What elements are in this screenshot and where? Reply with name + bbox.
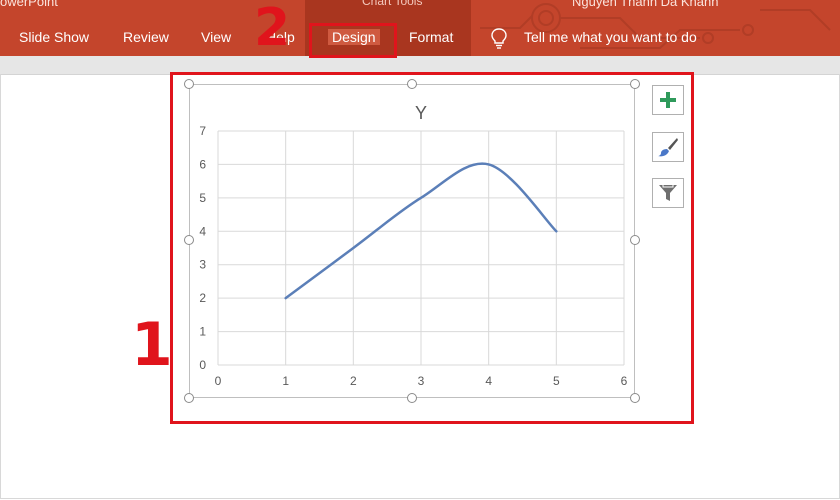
app-title: owerPoint: [0, 0, 58, 9]
resize-handle-left[interactable]: [184, 235, 194, 245]
y-tick-label: 3: [199, 258, 206, 272]
chart-elements-button[interactable]: [652, 85, 684, 115]
plus-icon: [660, 92, 676, 108]
y-tick-label: 0: [199, 358, 206, 372]
filter-icon: [659, 185, 677, 201]
ribbon: owerPoint Chart Tools Nguyen Thanh Da Kh…: [0, 0, 840, 56]
lightbulb-icon[interactable]: [490, 27, 508, 49]
tab-view[interactable]: View: [201, 29, 231, 45]
resize-handle-top-right[interactable]: [630, 79, 640, 89]
y-tick-label: 6: [199, 157, 206, 171]
x-tick-label: 4: [485, 374, 492, 388]
x-tick-label: 3: [418, 374, 425, 388]
y-tick-label: 7: [199, 124, 206, 138]
tell-me-search[interactable]: Tell me what you want to do: [524, 29, 697, 45]
step-1-label: 1: [131, 310, 173, 380]
resize-handle-top[interactable]: [407, 79, 417, 89]
tab-review[interactable]: Review: [123, 29, 169, 45]
y-tick-label: 4: [199, 224, 206, 238]
design-tab-highlight: [309, 23, 397, 58]
brush-icon: [658, 138, 678, 157]
step-2-label: 2: [254, 0, 291, 58]
resize-handle-top-left[interactable]: [184, 79, 194, 89]
line-chart: Y 0 1 2 3 4 5 6 7 0 1 2 3 4 5 6: [199, 103, 628, 388]
y-tick-label: 5: [199, 191, 206, 205]
chart-styles-button[interactable]: [652, 132, 684, 162]
x-tick-label: 6: [621, 374, 628, 388]
x-tick-label: 5: [553, 374, 560, 388]
chart-title: Y: [415, 103, 427, 123]
x-tick-label: 1: [282, 374, 289, 388]
chart-filters-button[interactable]: [652, 178, 684, 208]
resize-handle-bottom-right[interactable]: [630, 393, 640, 403]
resize-handle-bottom-left[interactable]: [184, 393, 194, 403]
user-name: Nguyen Thanh Da Khanh: [572, 0, 719, 9]
chart-tools-label: Chart Tools: [362, 0, 423, 8]
resize-handle-right[interactable]: [630, 235, 640, 245]
x-tick-label: 0: [215, 374, 222, 388]
tab-slide-show[interactable]: Slide Show: [19, 29, 89, 45]
chart-object[interactable]: Y 0 1 2 3 4 5 6 7 0 1 2 3 4 5 6: [189, 84, 635, 398]
x-tick-label: 2: [350, 374, 357, 388]
resize-handle-bottom[interactable]: [407, 393, 417, 403]
tab-format[interactable]: Format: [409, 29, 453, 45]
y-tick-label: 1: [199, 325, 206, 339]
y-tick-label: 2: [199, 291, 206, 305]
